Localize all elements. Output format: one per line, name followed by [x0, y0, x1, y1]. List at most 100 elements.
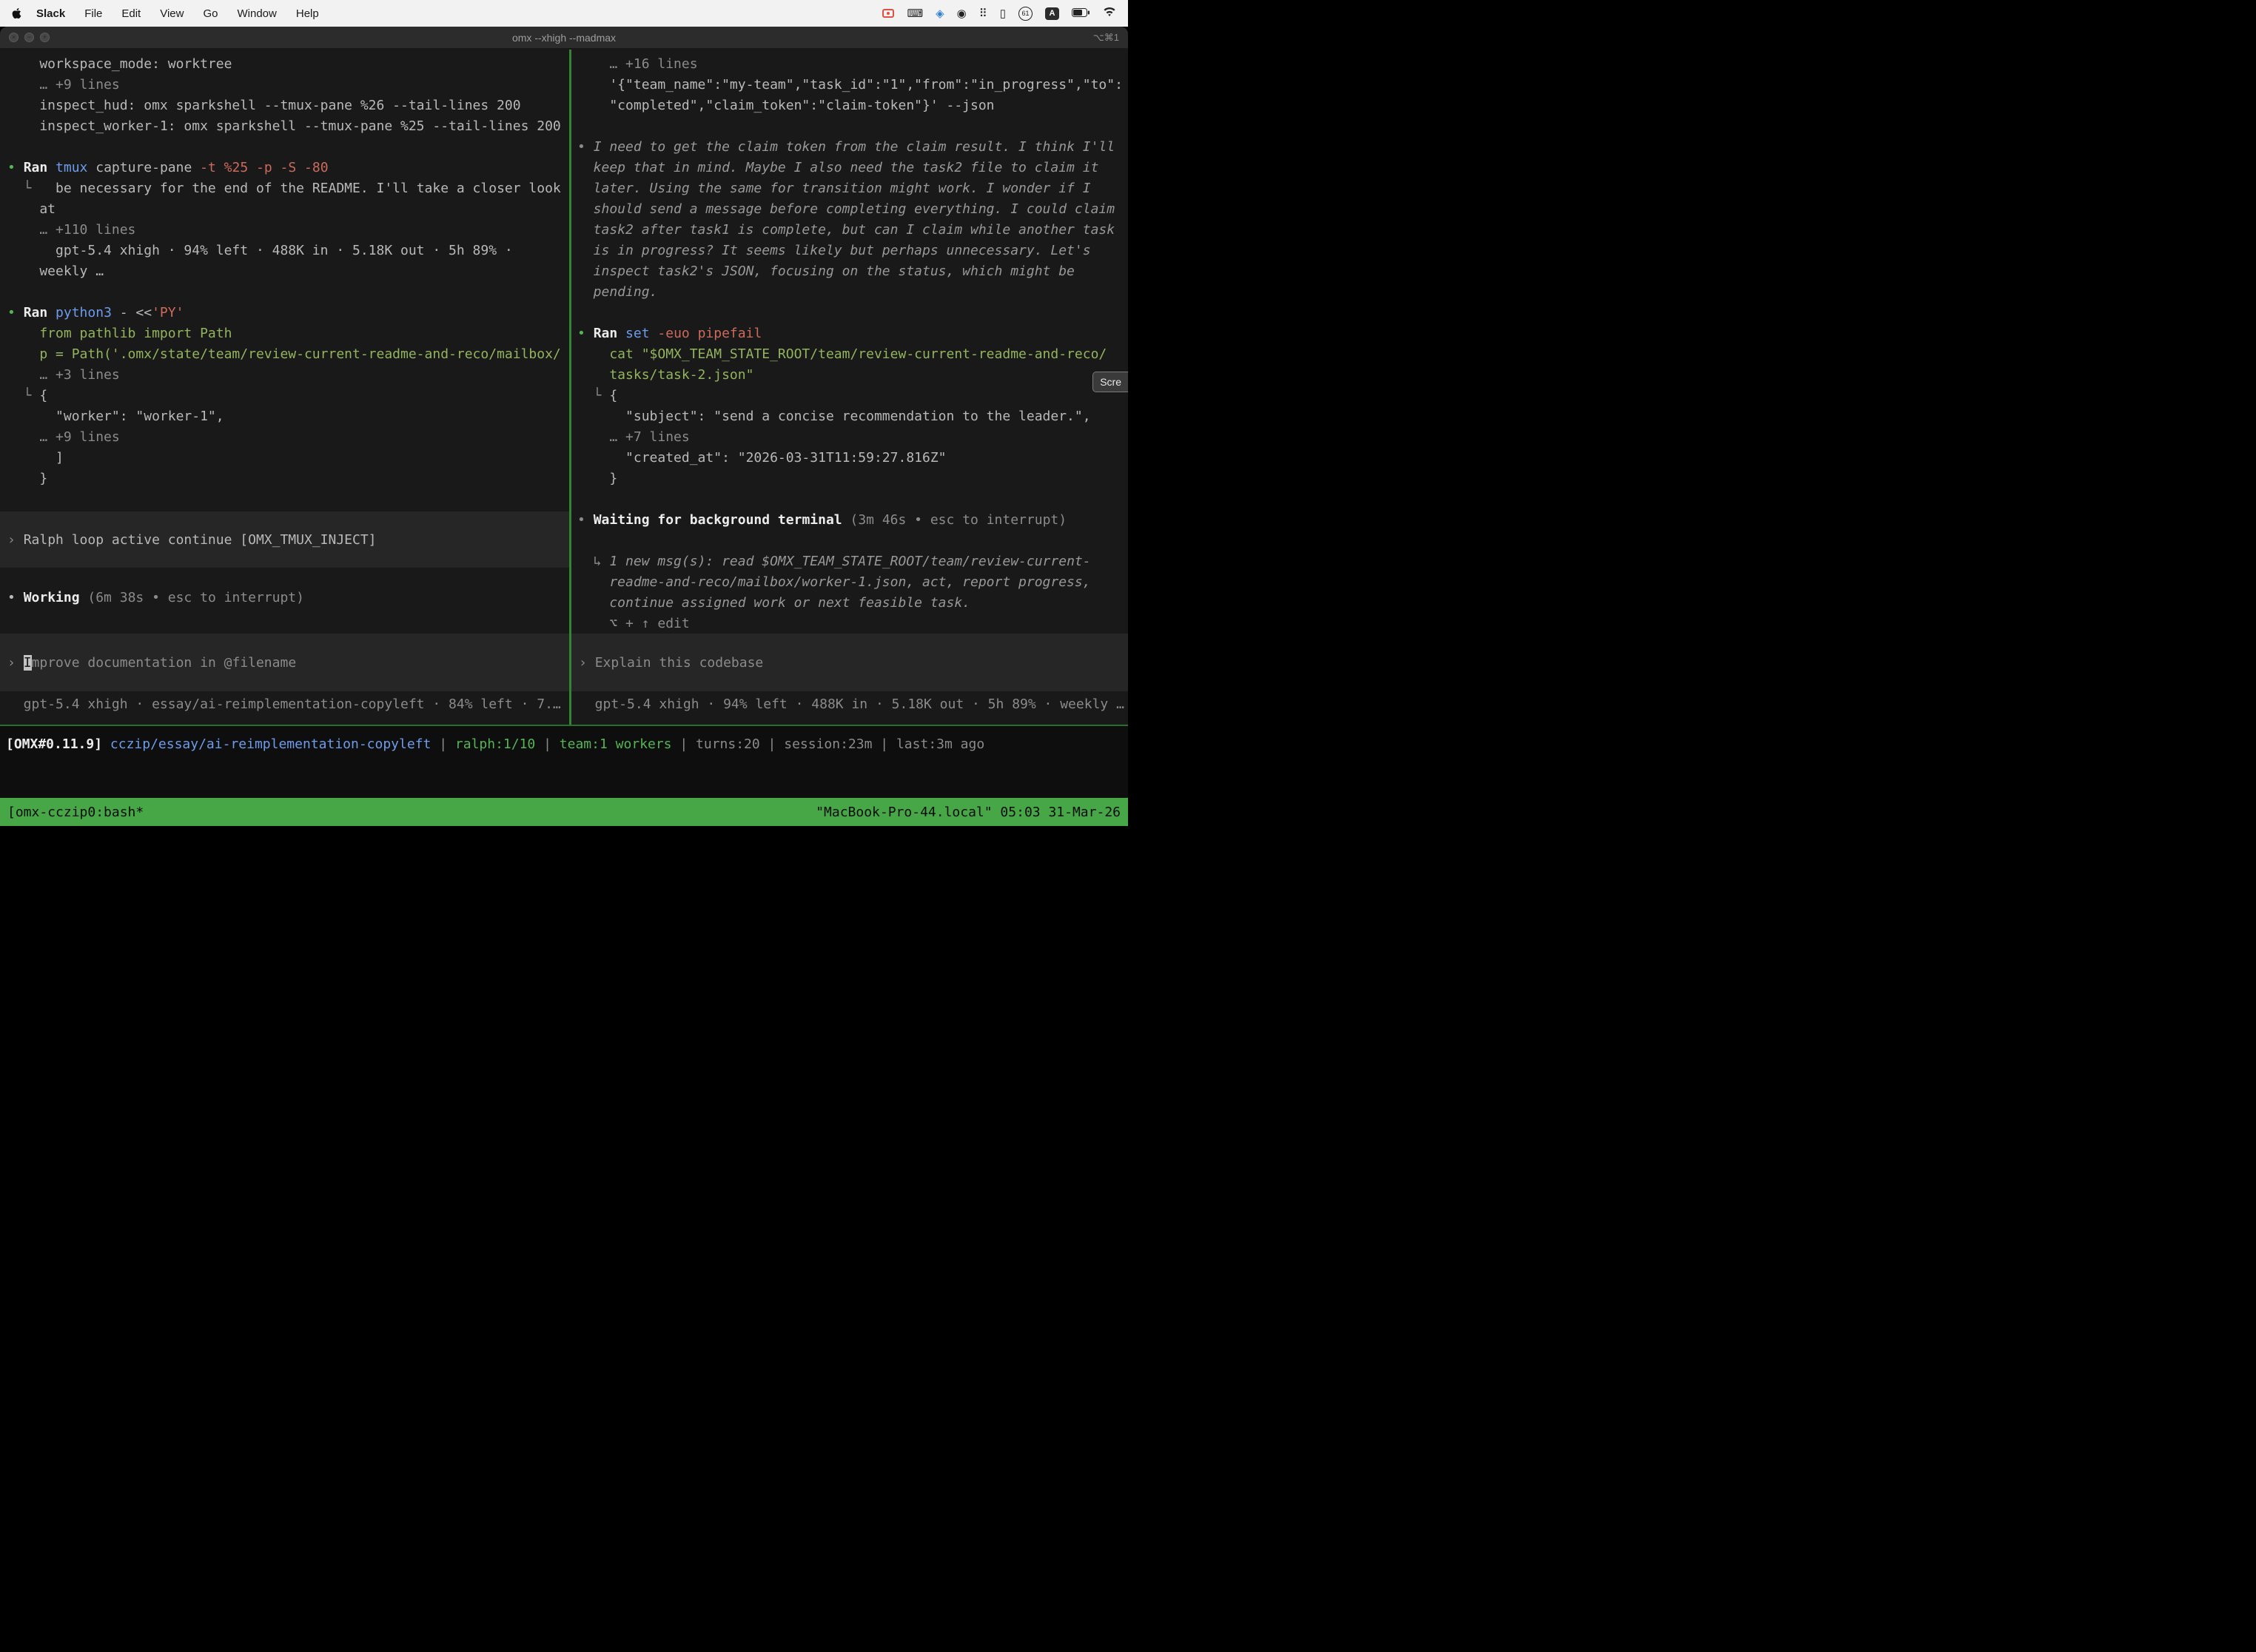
text-segment: } — [7, 471, 47, 486]
terminal-line: … +3 lines — [7, 365, 569, 386]
text-segment: └ — [577, 388, 609, 403]
text-segment: • — [7, 160, 24, 175]
terminal-line: workspace_mode: worktree — [7, 54, 569, 75]
menu-item-window[interactable]: Window — [238, 7, 277, 20]
text-segment: › — [579, 655, 595, 671]
text-segment: | — [431, 736, 455, 752]
terminal-line: task2 after task1 is complete, but can I… — [577, 220, 1128, 241]
color-app-icon[interactable]: ◈ — [936, 8, 944, 19]
tmux-status-bar: [omx-cczip0:bash* "MacBook-Pro-44.local"… — [0, 798, 1128, 826]
menu-item-file[interactable]: File — [84, 7, 102, 20]
text-segment: last:3m ago — [896, 736, 984, 752]
terminal-window: × − + omx --xhigh --madmax ⌥⌘1 workspace… — [0, 27, 1128, 826]
text-segment: weekly … — [7, 263, 104, 279]
terminal-line: cat "$OMX_TEAM_STATE_ROOT/team/review-cu… — [577, 344, 1128, 365]
screen-recording-icon[interactable] — [882, 9, 894, 18]
left-prompt-input[interactable]: › Improve documentation in @filename — [0, 634, 569, 691]
terminal-line: "worker": "worker-1", — [7, 406, 569, 427]
tmux-panes: workspace_mode: worktree … +9 lines insp… — [0, 50, 1128, 725]
text-segment: • — [577, 512, 594, 528]
terminal-line: inspect task2's JSON, focusing on the st… — [577, 261, 1128, 282]
text-segment: tasks/task-2.json" — [577, 367, 753, 383]
terminal-line: continue assigned work or next feasible … — [577, 593, 1128, 614]
text-segment: continue assigned work or next feasible … — [577, 595, 970, 611]
text-segment: workspace_mode: worktree — [7, 56, 232, 72]
text-segment: team:1 workers — [560, 736, 672, 752]
text-segment: later. Using the same for transition mig… — [577, 181, 1091, 196]
text-segment: Ran — [594, 326, 625, 341]
text-segment: mprove documentation in @filename — [32, 655, 297, 671]
menu-item-go[interactable]: Go — [203, 7, 218, 20]
right-pane-output: … +16 lines '{"team_name":"my-team","tas… — [577, 54, 1128, 634]
left-prompt-injected[interactable]: › Ralph loop active continue [OMX_TMUX_I… — [0, 511, 569, 568]
window-titlebar[interactable]: × − + omx --xhigh --madmax ⌥⌘1 — [0, 27, 1128, 49]
keyboard-icon[interactable]: ⌨ — [907, 8, 923, 19]
text-segment: keep that in mind. Maybe I also need the… — [577, 160, 1098, 175]
text-segment: -euo pipefail — [650, 326, 762, 341]
device-icon[interactable]: ▯ — [1000, 8, 1006, 19]
text-segment: inspect_worker-1: omx sparkshell --tmux-… — [7, 118, 561, 134]
text-segment: Ran — [24, 305, 56, 320]
terminal-line: └ be necessary for the end of the README… — [7, 178, 569, 199]
text-segment: I — [24, 655, 32, 671]
menu-item-slack[interactable]: Slack — [36, 7, 65, 20]
text-segment: 1 new msg(s): read $OMX_TEAM_STATE_ROOT/… — [609, 554, 1090, 569]
text-segment: | — [672, 736, 696, 752]
menu-bar: SlackFileEditViewGoWindowHelp ⌨ ◈ ◉ ⠿ ▯ … — [0, 0, 1128, 27]
text-segment: ] — [7, 450, 64, 466]
terminal-line: • Ran python3 - <<'PY' — [7, 303, 569, 323]
terminal-line: is in progress? It seems likely but perh… — [577, 241, 1128, 261]
text-segment: I need to get the claim token from the c… — [594, 139, 1115, 155]
terminal-line: • Ran set -euo pipefail — [577, 323, 1128, 344]
text-segment: gpt-5.4 xhigh · essay/ai-reimplementatio… — [7, 696, 561, 712]
text-segment: (3m 46s • esc to interrupt) — [842, 512, 1067, 528]
text-segment: '{"team_name":"my-team","task_id":"1","f… — [577, 77, 1123, 93]
terminal-line: • Waiting for background terminal (3m 46… — [577, 510, 1128, 531]
text-segment: › — [7, 655, 24, 671]
terminal-line: tasks/task-2.json" — [577, 365, 1128, 386]
terminal-line: gpt-5.4 xhigh · 94% left · 488K in · 5.1… — [7, 241, 569, 261]
terminal-line — [7, 137, 569, 158]
tmux-host-clock-label: "MacBook-Pro-44.local" 05:03 31-Mar-26 — [816, 805, 1121, 820]
text-segment: Ralph loop active continue [OMX_TMUX_INJ… — [24, 532, 377, 548]
launchpad-icon[interactable]: ⠿ — [979, 8, 987, 19]
text-segment: ⌥ + ↑ edit — [577, 616, 690, 631]
battery-percent-badge[interactable]: 61 — [1018, 7, 1033, 21]
right-prompt-input[interactable]: › Explain this codebase — [571, 634, 1128, 691]
terminal-line — [577, 489, 1128, 510]
text-segment: Ran — [24, 160, 56, 175]
menu-item-help[interactable]: Help — [296, 7, 319, 20]
right-pane-statusline: gpt-5.4 xhigh · 94% left · 488K in · 5.1… — [579, 694, 1128, 715]
text-segment: be necessary for the end of the README. … — [39, 181, 560, 196]
apple-menu-icon[interactable] — [12, 7, 21, 19]
text-segment: … +3 lines — [7, 367, 120, 383]
text-segment: • — [577, 326, 594, 341]
text-segment: 'PY' — [152, 305, 184, 320]
menu-item-view[interactable]: View — [160, 7, 184, 20]
text-segment: └ — [7, 388, 39, 403]
battery-icon[interactable] — [1072, 7, 1090, 20]
terminal-line: should send a message before completing … — [577, 199, 1128, 220]
text-segment: should send a message before completing … — [577, 201, 1115, 217]
left-pane[interactable]: workspace_mode: worktree … +9 lines insp… — [0, 50, 569, 725]
text-segment: is in progress? It seems likely but perh… — [577, 243, 1091, 258]
input-source-icon[interactable]: A — [1045, 7, 1059, 20]
wifi-icon[interactable] — [1103, 7, 1116, 20]
text-segment: … +7 lines — [577, 429, 690, 445]
text-segment: cat "$OMX_TEAM_STATE_ROOT/team/review-cu… — [577, 346, 1107, 362]
text-segment: gpt-5.4 xhigh · 94% left · 488K in · 5.1… — [7, 243, 513, 258]
text-segment: › — [7, 532, 24, 548]
terminal-line: ⌥ + ↑ edit — [577, 614, 1128, 634]
terminal-line — [7, 282, 569, 303]
menu-item-edit[interactable]: Edit — [121, 7, 141, 20]
text-segment: … +16 lines — [577, 56, 698, 72]
text-segment: • — [7, 305, 24, 320]
terminal-line — [577, 116, 1128, 137]
dark-app-icon[interactable]: ◉ — [957, 8, 967, 19]
terminal-line: from pathlib import Path — [7, 323, 569, 344]
terminal-line: … +9 lines — [7, 427, 569, 448]
text-segment: | — [872, 736, 896, 752]
terminal-line: "completed","claim_token":"claim-token"}… — [577, 95, 1128, 116]
right-pane[interactable]: … +16 lines '{"team_name":"my-team","tas… — [571, 50, 1128, 725]
terminal-line: … +7 lines — [577, 427, 1128, 448]
